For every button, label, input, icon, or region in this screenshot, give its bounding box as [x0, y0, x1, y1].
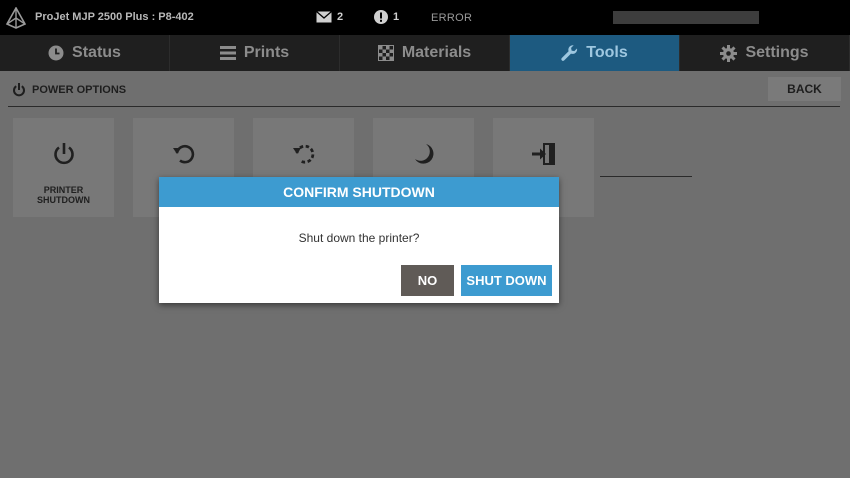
- dialog-message: Shut down the printer?: [298, 231, 420, 245]
- messages-count: 2: [337, 11, 344, 23]
- log-out-door-icon: [531, 143, 555, 165]
- no-button[interactable]: NO: [401, 265, 454, 296]
- top-status-bar: ProJet MJP 2500 Plus : P8-402 2 1 ERROR: [0, 0, 850, 35]
- tab-materials[interactable]: Materials: [340, 35, 510, 71]
- dialog-title: CONFIRM SHUTDOWN: [159, 177, 559, 207]
- back-button[interactable]: BACK: [768, 77, 841, 101]
- shut-down-button[interactable]: SHUT DOWN: [461, 265, 552, 296]
- tab-label: Tools: [586, 44, 628, 61]
- clock-icon: [48, 45, 64, 61]
- envelope-icon: [316, 11, 332, 23]
- tab-label: Materials: [401, 44, 472, 61]
- section-title: POWER OPTIONS: [32, 84, 127, 96]
- tab-label: Prints: [243, 44, 290, 61]
- device-name: ProJet MJP 2500 Plus : P8-402: [35, 11, 194, 23]
- main-tab-bar: Status Prints Materials Tools Settings: [0, 35, 850, 71]
- moon-icon: [414, 144, 433, 164]
- tab-label: Settings: [745, 44, 809, 61]
- alerts-count: 1: [393, 11, 400, 23]
- status-progress-bar: [613, 11, 759, 24]
- power-icon: [13, 83, 25, 97]
- wrench-icon: [561, 44, 578, 61]
- tab-settings[interactable]: Settings: [680, 35, 850, 71]
- section-header: POWER OPTIONS: [12, 83, 126, 97]
- tile-row-divider: [600, 176, 692, 177]
- checkered-flag-icon: [377, 45, 394, 61]
- power-icon: [53, 143, 74, 165]
- 3d-systems-logo-icon: [5, 7, 27, 29]
- alerts-indicator[interactable]: 1: [374, 10, 399, 24]
- printer-status: ERROR: [431, 12, 473, 24]
- exclamation-circle-icon: [374, 10, 388, 24]
- tab-status[interactable]: Status: [0, 35, 170, 71]
- list-icon: [219, 46, 236, 60]
- dotted-restart-icon: [292, 144, 314, 164]
- restart-icon: [172, 144, 194, 164]
- tab-tools[interactable]: Tools: [510, 35, 680, 71]
- messages-indicator[interactable]: 2: [316, 11, 343, 23]
- tab-prints[interactable]: Prints: [170, 35, 340, 71]
- gear-icon: [720, 44, 738, 62]
- status-progress-fill: [613, 11, 759, 24]
- header-divider: [8, 106, 840, 107]
- tile-label: PRINTER SHUTDOWN: [37, 185, 90, 205]
- confirm-shutdown-dialog: CONFIRM SHUTDOWN Shut down the printer? …: [159, 177, 559, 303]
- printer-shutdown-tile[interactable]: PRINTER SHUTDOWN: [13, 118, 114, 217]
- tab-label: Status: [72, 44, 121, 61]
